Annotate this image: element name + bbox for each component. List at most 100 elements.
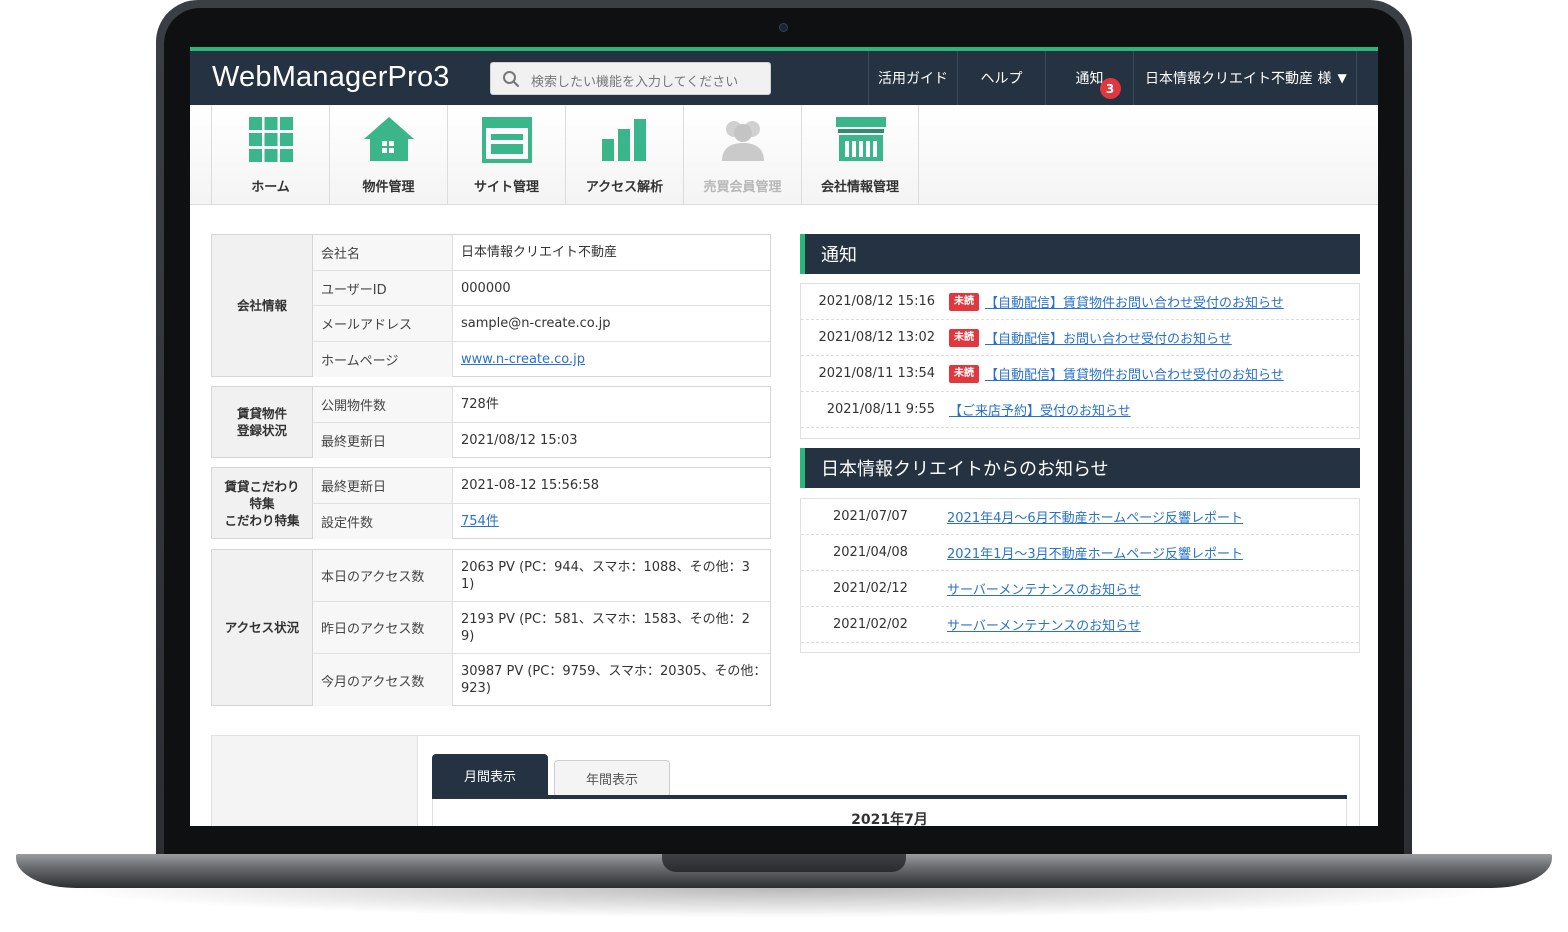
heading-line: こだわり特集 — [224, 512, 300, 528]
nav-notice-label: 通知 — [1075, 71, 1104, 87]
nav-help-link[interactable]: ヘルプ — [957, 51, 1045, 105]
row-label: 本日のアクセス数 — [313, 550, 453, 601]
nav-tile-site[interactable]: サイト管理 — [447, 105, 565, 205]
nav-tile-properties[interactable]: 物件管理 — [329, 105, 447, 205]
nav-tile-analytics[interactable]: アクセス解析 — [565, 105, 683, 205]
notice-date: 2021/08/11 9:55 — [826, 402, 935, 417]
app-logo[interactable]: WebManagerPro3 — [212, 61, 450, 94]
unread-badge: 未読 — [949, 364, 979, 383]
row-label: ホームページ — [313, 342, 453, 377]
row-value: 2021-08-12 15:56:58 — [461, 478, 600, 493]
news-link[interactable]: 2021年1月～3月不動産ホームページ反響レポート — [947, 543, 1243, 562]
nav-tile-label: ホーム — [251, 180, 290, 195]
laptop-shadow — [60, 888, 1508, 918]
heading-line: 特集 — [249, 495, 275, 511]
search-input[interactable]: 検索したい機能を入力してください — [490, 62, 771, 95]
table-row: 今月のアクセス数 30987 PV (PC：9759、スマホ：20305、その他… — [313, 654, 771, 706]
notice-link[interactable]: 【自動配信】お問い合わせ受付のお知らせ — [985, 328, 1232, 347]
icon-nav: ホーム 物件管理 サイト管理 アクセス解析 売買会員管理 会社情報管理 — [190, 105, 1378, 205]
table-row: ユーザーID 000000 — [313, 271, 771, 306]
row-label: メールアドレス — [313, 306, 453, 341]
members-icon — [722, 121, 764, 161]
news-link[interactable]: 2021年4月～6月不動産ホームページ反響レポート — [947, 507, 1243, 526]
row-label: 最終更新日 — [313, 468, 453, 503]
rental-status-table: 賃貸物件 登録状況 公開物件数 728件 最終更新日 2021/08/12 15… — [211, 386, 771, 458]
tab-yearly[interactable]: 年間表示 — [554, 760, 670, 796]
notice-link[interactable]: 【自動配信】賃貸物件お問い合わせ受付のお知らせ — [985, 364, 1284, 383]
list-item: 2021/02/02 サーバーメンテナンスのお知らせ — [801, 607, 1359, 643]
nav-tile-members: 売買会員管理 — [683, 105, 801, 205]
row-value: 30987 PV (PC：9759、スマホ：20305、その他： 923) — [461, 654, 767, 706]
value-line: 2193 PV (PC：581、スマホ：1583、その他：2 — [461, 611, 750, 627]
row-value: 2063 PV (PC：944、スマホ：1088、その他：3 1) — [461, 550, 767, 601]
feature-count-link[interactable]: 754件 — [461, 513, 499, 530]
news-list: 2021/07/07 2021年4月～6月不動産ホームページ反響レポート 202… — [800, 498, 1360, 653]
list-item: 2021/08/11 9:55 【ご来店予約】受付のお知らせ — [801, 392, 1359, 428]
access-calendar-section: 月間表示 年間表示 2021年7月 — [211, 735, 1360, 826]
nav-notice-link[interactable]: 通知 3 — [1045, 51, 1134, 105]
row-label: 今月のアクセス数 — [313, 654, 453, 706]
news-date: 2021/02/02 — [833, 617, 908, 632]
news-panel-title: 日本情報クリエイトからのお知らせ — [800, 448, 1360, 488]
notice-panel-title: 通知 — [800, 234, 1360, 274]
table-row: 最終更新日 2021/08/12 15:03 — [313, 423, 771, 458]
table-row: 設定件数 754件 — [313, 504, 771, 539]
grid-icon — [249, 117, 293, 162]
rental-status-heading: 賃貸物件 登録状況 — [212, 387, 313, 457]
row-value: 日本情報クリエイト不動産 — [461, 245, 618, 260]
company-info-heading: 会社情報 — [212, 235, 313, 376]
news-date: 2021/07/07 — [833, 509, 908, 524]
list-item: 2021/08/12 13:02 未読 【自動配信】お問い合わせ受付のお知らせ — [801, 320, 1359, 356]
value-line: 9) — [461, 628, 475, 644]
row-value: www.n-create.co.jp — [461, 342, 767, 377]
list-item: 2021/02/12 サーバーメンテナンスのお知らせ — [801, 571, 1359, 607]
row-label: 設定件数 — [313, 504, 453, 539]
notice-date: 2021/08/12 13:02 — [818, 330, 935, 345]
news-link[interactable]: サーバーメンテナンスのお知らせ — [947, 615, 1141, 634]
user-menu[interactable]: 日本情報クリエイト不動産 様 ▼ — [1135, 51, 1357, 105]
browser-window-icon — [482, 117, 532, 163]
nav-tile-label: 物件管理 — [362, 180, 415, 195]
webcam-icon — [779, 23, 788, 32]
tab-monthly[interactable]: 月間表示 — [432, 754, 548, 796]
nav-guide-link[interactable]: 活用ガイド — [868, 51, 957, 105]
news-date: 2021/02/12 — [833, 581, 908, 596]
laptop-notch — [662, 854, 906, 872]
user-name: 日本情報クリエイト不動産 様 — [1145, 71, 1332, 87]
calendar-sidebar — [212, 736, 418, 826]
access-heading: アクセス状況 — [212, 550, 313, 705]
news-link[interactable]: サーバーメンテナンスのお知らせ — [947, 579, 1141, 598]
notice-count-badge: 3 — [1099, 78, 1121, 99]
calendar-panel: 2021年7月 — [432, 799, 1347, 826]
table-row: 本日のアクセス数 2063 PV (PC：944、スマホ：1088、その他：3 1… — [313, 550, 771, 602]
notice-date: 2021/08/12 15:16 — [818, 294, 935, 309]
unread-badge: 未読 — [949, 328, 979, 347]
notice-link[interactable]: 【自動配信】賃貸物件お問い合わせ受付のお知らせ — [985, 292, 1284, 311]
nav-tile-label: 会社情報管理 — [820, 180, 899, 195]
news-date: 2021/04/08 — [833, 545, 908, 560]
row-value: 000000 — [461, 280, 511, 296]
search-icon — [503, 71, 520, 88]
list-item: 2021/04/08 2021年1月～3月不動産ホームページ反響レポート — [801, 535, 1359, 571]
nav-tile-home[interactable]: ホーム — [211, 105, 329, 205]
nav-tile-label: サイト管理 — [473, 180, 539, 195]
heading-line: 賃貸物件 — [236, 406, 287, 421]
row-value: 754件 — [461, 504, 767, 539]
list-item: 2021/08/11 13:54 未読 【自動配信】賃貸物件お問い合わせ受付のお… — [801, 356, 1359, 392]
house-icon — [364, 117, 414, 161]
value-line: 30987 PV (PC：9759、スマホ：20305、その他： — [461, 664, 767, 679]
list-item: 2021/07/07 2021年4月～6月不動産ホームページ反響レポート — [801, 499, 1359, 535]
heading-line: 賃貸こだわり — [224, 478, 300, 494]
nav-tile-company[interactable]: 会社情報管理 — [801, 105, 919, 205]
table-row: メールアドレス sample@n-create.co.jp — [313, 306, 771, 342]
row-value: 2193 PV (PC：581、スマホ：1583、その他：2 9) — [461, 602, 767, 653]
table-row: 最終更新日 2021-08-12 15:56:58 — [313, 468, 771, 504]
homepage-link[interactable]: www.n-create.co.jp — [461, 351, 585, 368]
notice-link[interactable]: 【ご来店予約】受付のお知らせ — [949, 400, 1131, 419]
calendar-month-title: 2021年7月 — [851, 812, 928, 826]
row-value: 2021/08/12 15:03 — [461, 433, 578, 448]
table-row: ホームページ www.n-create.co.jp — [313, 342, 771, 377]
notice-date: 2021/08/11 13:54 — [818, 366, 935, 381]
screen: WebManagerPro3 検索したい機能を入力してください 活用ガイド ヘル… — [190, 47, 1378, 826]
search-placeholder: 検索したい機能を入力してください — [531, 75, 739, 90]
